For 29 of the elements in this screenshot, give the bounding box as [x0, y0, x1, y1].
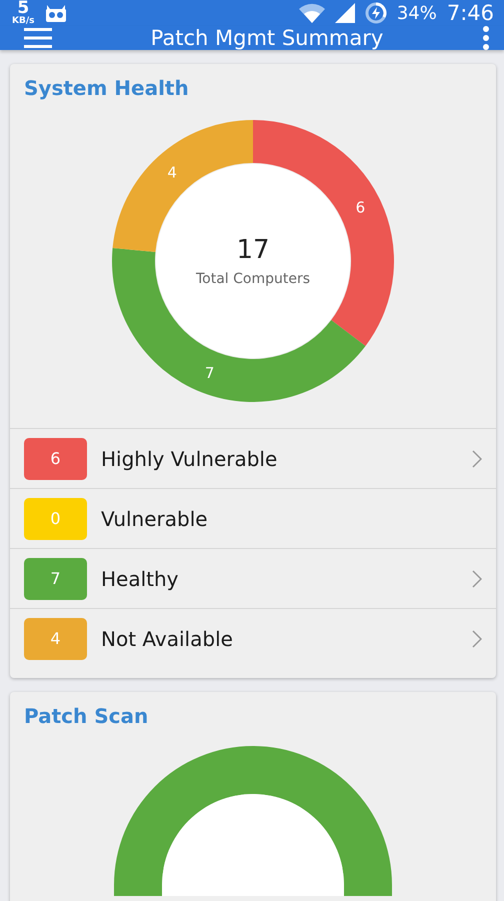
status-label[interactable]: Vulnerable: [101, 506, 482, 530]
chevron-right-icon[interactable]: [472, 450, 482, 468]
card-title: Patch Scan: [23, 704, 148, 728]
network-speed: 5: [17, 0, 30, 17]
count-badge: 7: [24, 558, 87, 600]
card-title: System Health: [23, 76, 189, 100]
slice-value-label: 4: [167, 163, 177, 182]
chevron-right-icon[interactable]: [472, 570, 482, 588]
robot-icon: [44, 3, 68, 23]
total-label: Total Computers: [196, 271, 310, 287]
slice-value-label: 7: [204, 364, 214, 382]
signal-icon: [334, 3, 355, 23]
battery-charging-icon: [364, 2, 387, 24]
chevron-right-icon[interactable]: [472, 630, 482, 648]
status-label[interactable]: Highly Vulnerable: [101, 446, 472, 470]
speed-unit: KB/s: [12, 17, 34, 26]
app-title: Patch Mgmt Summary: [150, 26, 384, 50]
menu-icon[interactable]: [24, 28, 52, 48]
slice-value-label: 6: [356, 198, 366, 216]
count-badge: 0: [24, 498, 87, 540]
more-options-icon[interactable]: [482, 26, 490, 50]
count-badge: 6: [24, 438, 87, 480]
clock-time: 7:46: [446, 1, 494, 25]
status-label[interactable]: Healthy: [101, 566, 472, 590]
battery-percent: 34%: [396, 2, 437, 24]
count-badge: 4: [24, 618, 87, 660]
total-count: 17: [236, 235, 270, 265]
status-label[interactable]: Not Available: [101, 626, 472, 650]
wifi-icon: [298, 3, 325, 23]
